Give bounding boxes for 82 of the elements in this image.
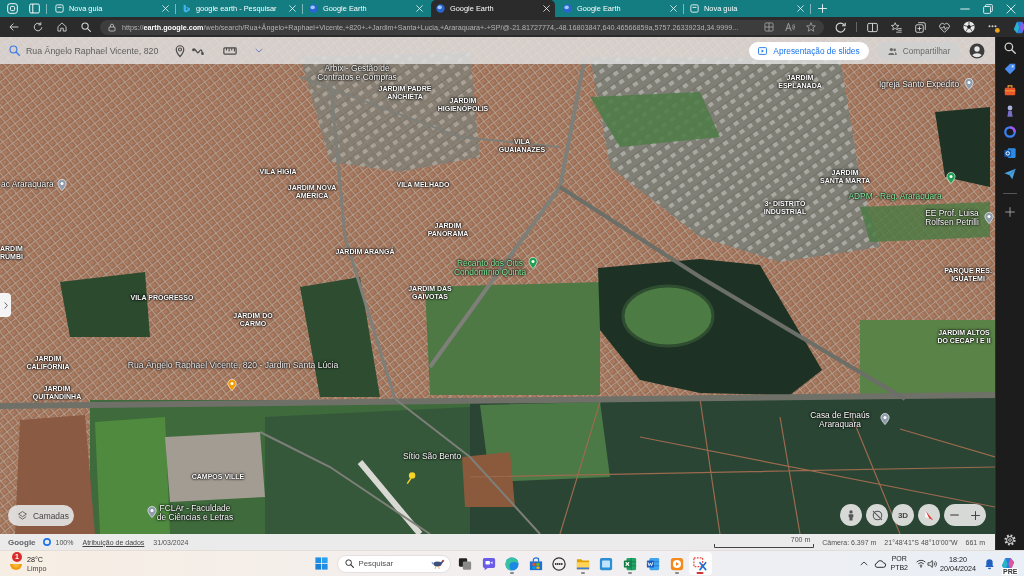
place-label[interactable]: ac Araraquara: [1, 180, 54, 190]
progress-ring-icon: [42, 538, 51, 546]
globe-icon: [436, 4, 445, 13]
page-icon: [55, 4, 64, 13]
map-pin-icon[interactable]: [946, 172, 956, 184]
place-marker-icon[interactable]: [175, 44, 185, 57]
side-panel-toggle[interactable]: [0, 293, 11, 317]
settings-icon[interactable]: [1004, 534, 1016, 546]
layers-button[interactable]: Camadas: [8, 505, 74, 526]
globe-icon: [309, 4, 318, 13]
globe-icon: [563, 4, 572, 13]
search-field[interactable]: Rua Ângelo Raphael Vicente, 820: [9, 40, 173, 61]
layers-icon: [18, 511, 27, 520]
pushpin-icon[interactable]: [406, 472, 416, 484]
video-chat-icon[interactable]: [481, 556, 496, 571]
spreadsheet-icon[interactable]: [622, 556, 637, 571]
grid-icon[interactable]: [764, 22, 774, 32]
read-aloud-icon[interactable]: [785, 22, 795, 32]
stacked-squares-icon[interactable]: [458, 556, 473, 571]
hexagon-logo-icon[interactable]: [1001, 556, 1015, 571]
heart-pulse-icon[interactable]: [939, 21, 950, 33]
figure-icon[interactable]: [1004, 105, 1016, 117]
wifi-icon[interactable]: [916, 559, 926, 568]
back-arrow-icon[interactable]: [9, 22, 19, 32]
place-label[interactable]: Sítio São Bento: [402, 452, 462, 462]
bell-icon[interactable]: [984, 557, 995, 570]
path-icon[interactable]: [192, 45, 204, 56]
bird-icon: [430, 558, 445, 569]
paper-plane-icon[interactable]: [1004, 168, 1016, 180]
zoom-in-icon[interactable]: [971, 510, 980, 520]
star-icon[interactable]: [806, 22, 816, 32]
shopping-bag-icon[interactable]: [528, 556, 543, 571]
place-label[interactable]: Arbix - Gestão de Contratos e Compras: [317, 63, 397, 83]
document-icon[interactable]: [646, 556, 661, 571]
account-icon[interactable]: [969, 42, 985, 59]
circular-arrow-icon[interactable]: [835, 21, 846, 33]
favorites-icon[interactable]: [891, 21, 902, 33]
place-label[interactable]: Casa de Emaús Araraquara: [810, 410, 870, 430]
wave-logo-icon[interactable]: [505, 556, 520, 571]
close-icon[interactable]: [1006, 3, 1016, 14]
app-tile-icon[interactable]: [1004, 147, 1016, 159]
slideshow-button[interactable]: Apresentação de slides: [749, 41, 869, 60]
round-logo-icon[interactable]: [552, 556, 567, 571]
split-screen-icon[interactable]: [867, 21, 878, 33]
hexagon-logo-icon[interactable]: [1013, 20, 1024, 34]
search-result-label[interactable]: Rua Ângelo Raphael Vicente, 820 - Jardim Santa Lúcia: [127, 361, 339, 371]
lock-icon[interactable]: [108, 22, 116, 32]
speaker-icon[interactable]: [927, 558, 937, 569]
home-icon[interactable]: [57, 22, 67, 32]
chevron-up-icon[interactable]: [860, 561, 869, 566]
ball-avatar-icon[interactable]: [963, 21, 975, 33]
ring-icon[interactable]: [1004, 126, 1016, 138]
slideshow-icon: [758, 46, 768, 55]
workspaces-icon[interactable]: [7, 3, 18, 14]
search-icon[interactable]: [81, 22, 91, 32]
page-icon: [690, 4, 699, 13]
crossed-circle-icon: [871, 509, 883, 521]
swoosh-icon: [182, 4, 191, 13]
folder-icon[interactable]: [575, 556, 590, 571]
briefcase-icon[interactable]: [1004, 84, 1016, 96]
google-logo: Google: [8, 537, 36, 547]
chevron-right-icon: [3, 301, 8, 309]
search-icon[interactable]: [1004, 42, 1016, 54]
plus-icon[interactable]: [1005, 207, 1015, 217]
search-icon: [344, 559, 354, 568]
tag-icon[interactable]: [1004, 63, 1016, 75]
vertical-tabs-icon[interactable]: [29, 3, 40, 14]
person-icon: [847, 509, 855, 521]
ruler-icon[interactable]: [223, 46, 237, 55]
map-pin-icon[interactable]: [880, 413, 890, 425]
close-icon[interactable]: [543, 5, 550, 12]
app-window-icon[interactable]: [599, 556, 614, 571]
collections-icon[interactable]: [915, 21, 926, 33]
people-icon: [887, 46, 897, 55]
four-squares-icon[interactable]: [314, 557, 328, 570]
restore-icon[interactable]: [983, 3, 993, 14]
place-label[interactable]: Igreja Santo Expedito: [878, 80, 960, 90]
refresh-icon[interactable]: [33, 22, 43, 32]
compass-icon: [924, 509, 934, 521]
cloud-icon[interactable]: [874, 559, 887, 568]
snipping-icon[interactable]: [693, 556, 708, 571]
place-label[interactable]: FCLAr - Faculdade de Ciências e Letras: [156, 503, 234, 523]
